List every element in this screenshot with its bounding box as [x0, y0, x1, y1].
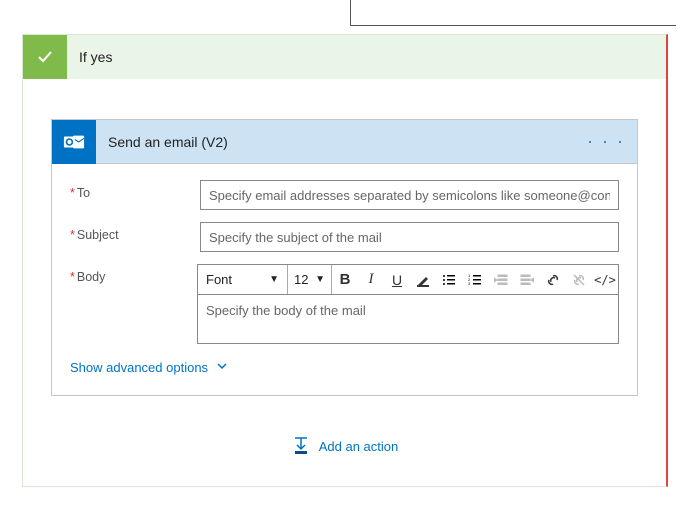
add-action-label: Add an action — [319, 439, 399, 454]
subject-field-row: *Subject — [70, 222, 619, 252]
color-button[interactable] — [410, 265, 436, 294]
if-yes-branch: If yes Send an email (V2) · · · *To *Sub… — [22, 34, 668, 487]
link-button[interactable] — [540, 265, 566, 294]
body-field-row: *Body Font▼ 12▼ B I U — [70, 264, 619, 344]
chevron-down-icon — [216, 360, 228, 375]
code-view-button[interactable]: </> — [592, 265, 618, 294]
if-yes-header[interactable]: If yes — [23, 35, 666, 79]
body-editor: Font▼ 12▼ B I U — [197, 264, 619, 344]
check-icon — [23, 35, 67, 79]
subject-label: *Subject — [70, 222, 200, 242]
action-menu-button[interactable]: · · · — [587, 131, 625, 152]
unlink-button[interactable] — [566, 265, 592, 294]
add-action-icon — [291, 436, 311, 456]
bullet-list-button[interactable] — [436, 265, 462, 294]
action-body: *To *Subject *Body Font▼ 12▼ — [52, 164, 637, 395]
number-list-button[interactable]: 123 — [462, 265, 488, 294]
rte-toolbar: Font▼ 12▼ B I U — [198, 265, 618, 295]
font-dropdown[interactable]: Font▼ — [198, 265, 288, 294]
action-header[interactable]: Send an email (V2) · · · — [52, 120, 637, 164]
show-advanced-options[interactable]: Show advanced options — [70, 360, 619, 375]
outlook-icon — [52, 120, 96, 164]
to-input[interactable] — [200, 180, 619, 210]
body-textarea[interactable]: Specify the body of the mail — [198, 295, 618, 343]
underline-button[interactable]: U — [384, 265, 410, 294]
send-email-action: Send an email (V2) · · · *To *Subject *B… — [51, 119, 638, 396]
add-action-button[interactable]: Add an action — [51, 436, 638, 456]
bold-button[interactable]: B — [332, 265, 358, 294]
italic-button[interactable]: I — [358, 265, 384, 294]
parent-card-edge — [350, 0, 676, 26]
font-size-dropdown[interactable]: 12▼ — [288, 265, 332, 294]
svg-text:3: 3 — [468, 281, 471, 286]
outdent-button[interactable] — [488, 265, 514, 294]
action-title: Send an email (V2) — [108, 134, 228, 150]
indent-button[interactable] — [514, 265, 540, 294]
subject-input[interactable] — [200, 222, 619, 252]
to-field-row: *To — [70, 180, 619, 210]
to-label: *To — [70, 180, 200, 200]
if-yes-title: If yes — [79, 49, 112, 65]
body-label: *Body — [70, 264, 197, 284]
